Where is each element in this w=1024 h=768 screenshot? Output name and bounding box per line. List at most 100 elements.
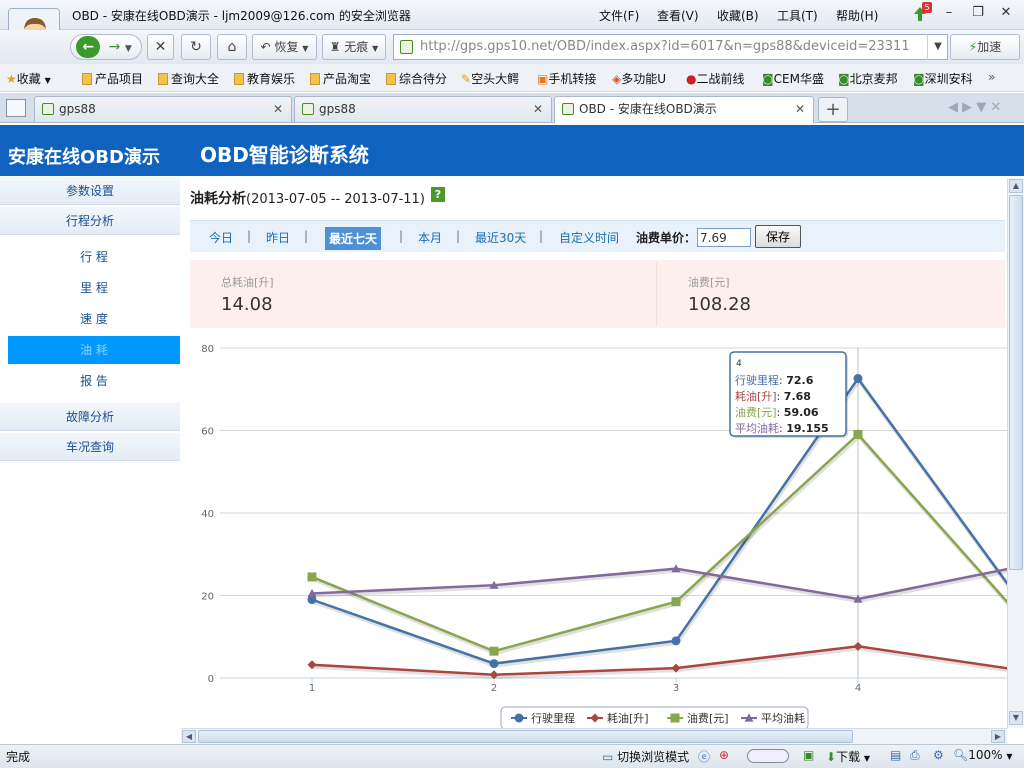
- settings-icon[interactable]: ⚙: [933, 748, 944, 762]
- refresh-button[interactable]: ↻: [181, 34, 211, 60]
- tab-gps88-2[interactable]: gps88 ✕: [294, 96, 552, 122]
- filter-last-7-days[interactable]: 最近七天: [325, 227, 382, 250]
- sidebar-section-params[interactable]: 参数设置: [0, 177, 180, 205]
- bookmark-item[interactable]: 综合待分: [386, 70, 447, 87]
- bookmark-item[interactable]: 产品项目: [82, 70, 143, 87]
- bookmark-item[interactable]: ●二战前线: [686, 70, 745, 87]
- bookmark-item[interactable]: 产品淘宝: [310, 70, 371, 87]
- close-tab-icon[interactable]: ✕: [533, 97, 543, 121]
- horizontal-scrollbar[interactable]: ◀ ▶: [181, 728, 1007, 744]
- x-tick-label: 1: [309, 683, 315, 694]
- tab-gps88-1[interactable]: gps88 ✕: [34, 96, 292, 122]
- chevron-down-icon: ▼: [44, 76, 51, 85]
- menu-file[interactable]: 文件(F): [599, 7, 639, 24]
- status-toggle-icon[interactable]: [747, 749, 789, 763]
- bookmark-label: 二战前线: [696, 72, 745, 86]
- x-tick-label: 2: [491, 683, 497, 694]
- undo-icon: ↶: [260, 40, 271, 54]
- download-button[interactable]: ⬇下载 ▼: [826, 748, 870, 765]
- data-point: [853, 429, 863, 439]
- sidebar-section-fault-analysis[interactable]: 故障分析: [0, 403, 180, 431]
- sidebar-section-vehicle-status[interactable]: 车况查询: [0, 433, 180, 461]
- sidebar-item-fuel[interactable]: 油 耗: [8, 336, 180, 364]
- bookmark-item[interactable]: 查询大全: [158, 70, 219, 87]
- tab-obd-demo[interactable]: OBD - 安康在线OBD演示 ✕: [554, 96, 814, 123]
- menu-favorites[interactable]: 收藏(B): [717, 7, 759, 24]
- sidebar-section-trip-analysis[interactable]: 行程分析: [0, 207, 180, 235]
- tooltip-row-label: 耗油[升]: [735, 389, 777, 403]
- minimize-button[interactable]: –: [941, 5, 957, 21]
- stop-button[interactable]: ✕: [147, 34, 174, 60]
- page-icon[interactable]: ▤: [890, 748, 901, 762]
- sidebar-item-report[interactable]: 报 告: [8, 367, 180, 395]
- ie-icon[interactable]: ⓔ: [698, 748, 710, 765]
- address-dropdown-chevron-down-icon[interactable]: ▼: [927, 34, 948, 60]
- menu-view[interactable]: 查看(V): [657, 7, 699, 24]
- scroll-down-icon[interactable]: ▼: [1009, 711, 1023, 725]
- summary-divider: [656, 262, 657, 326]
- fuel-cost-label: 油费[元]: [688, 276, 730, 289]
- home-button[interactable]: ⌂: [217, 34, 247, 60]
- back-arrow-icon[interactable]: ←: [76, 36, 101, 58]
- chart-legend[interactable]: 行驶里程 耗油[升] 油费[元] 平均油耗: [500, 706, 809, 730]
- filter-today[interactable]: 今日: [209, 229, 233, 246]
- save-button[interactable]: 保存: [755, 225, 801, 248]
- filter-yesterday[interactable]: 昨日: [266, 229, 290, 246]
- page-icon: ◙: [913, 72, 925, 86]
- vertical-scrollbar[interactable]: ▲ ▼: [1007, 178, 1024, 728]
- new-tab-button[interactable]: +: [818, 97, 848, 122]
- bookmark-item[interactable]: ◙CEM华盛: [762, 70, 824, 87]
- close-window-button[interactable]: ✕: [998, 5, 1014, 21]
- menu-tools[interactable]: 工具(T): [777, 7, 818, 24]
- bookmark-label: 多功能U: [621, 72, 667, 86]
- help-icon[interactable]: ?: [431, 187, 445, 202]
- menu-help[interactable]: 帮助(H): [836, 7, 878, 24]
- taobao-icon: ◈: [612, 72, 622, 86]
- restore-button[interactable]: ↶ 恢复 ▼: [252, 34, 317, 60]
- zoom-control[interactable]: 🔍︎100% ▼: [953, 748, 1013, 762]
- restore-label: 恢复: [274, 40, 299, 54]
- security-icon[interactable]: ⊕: [719, 748, 729, 762]
- incognito-button[interactable]: ♜ 无痕 ▼: [322, 34, 386, 60]
- folder-icon: [234, 73, 244, 85]
- bookmark-label: 空头大鳄: [471, 72, 520, 86]
- address-text[interactable]: http://gps.gps10.net/OBD/index.aspx?id=6…: [420, 39, 910, 54]
- bookmark-item[interactable]: 教育娱乐: [234, 70, 295, 87]
- fuel-price-input[interactable]: [697, 228, 751, 247]
- legend-label: 平均油耗: [761, 711, 805, 725]
- bookmark-favorites[interactable]: ★收藏 ▼: [6, 70, 51, 87]
- chevron-down-icon[interactable]: ▼: [125, 44, 132, 54]
- bookmark-item[interactable]: ◈多功能U: [612, 70, 666, 87]
- folder-icon: [82, 73, 92, 85]
- screenshot-icon[interactable]: ▣: [803, 748, 814, 762]
- filter-last-30-days[interactable]: 最近30天: [475, 229, 526, 246]
- sidebar-item-speed[interactable]: 速 度: [8, 305, 180, 333]
- maximize-button[interactable]: ❐: [970, 5, 986, 21]
- bookmark-item[interactable]: ▣手机转接: [537, 70, 596, 87]
- accelerate-button[interactable]: ⚡加速: [950, 34, 1020, 60]
- sidebar-item-mileage[interactable]: 里 程: [8, 274, 180, 302]
- print-icon[interactable]: ⎙: [910, 748, 920, 763]
- bookmark-item[interactable]: ✎空头大鳄: [461, 70, 519, 87]
- switch-browse-mode[interactable]: ▭ 切换浏览模式: [602, 748, 689, 765]
- sidebar-toggle-icon[interactable]: [6, 99, 26, 117]
- folder-icon: [158, 73, 168, 85]
- filter-custom-time[interactable]: 自定义时间: [559, 229, 619, 246]
- scroll-up-icon[interactable]: ▲: [1009, 179, 1023, 193]
- bookmarks-overflow-chevron-icon[interactable]: »: [988, 70, 995, 84]
- tab-label: gps88: [59, 102, 96, 116]
- vertical-scroll-thumb[interactable]: [1009, 195, 1023, 570]
- scroll-right-icon[interactable]: ▶: [991, 730, 1005, 743]
- close-tab-icon[interactable]: ✕: [795, 97, 805, 121]
- total-fuel-label: 总耗油[升]: [221, 276, 274, 289]
- data-point: [307, 572, 317, 582]
- close-tab-icon[interactable]: ✕: [273, 97, 283, 121]
- horizontal-scroll-thumb[interactable]: [198, 730, 853, 743]
- tab-scroll-controls[interactable]: ◀ ▶ ▼ ✕: [948, 100, 1001, 115]
- scroll-left-icon[interactable]: ◀: [182, 730, 196, 743]
- bookmark-item[interactable]: ◙北京麦邦: [838, 70, 898, 87]
- sidebar-item-trip[interactable]: 行 程: [8, 243, 180, 271]
- bookmark-item[interactable]: ◙深圳安科: [913, 70, 973, 87]
- filter-this-month[interactable]: 本月: [418, 229, 442, 246]
- forward-arrow-icon[interactable]: →: [109, 39, 121, 55]
